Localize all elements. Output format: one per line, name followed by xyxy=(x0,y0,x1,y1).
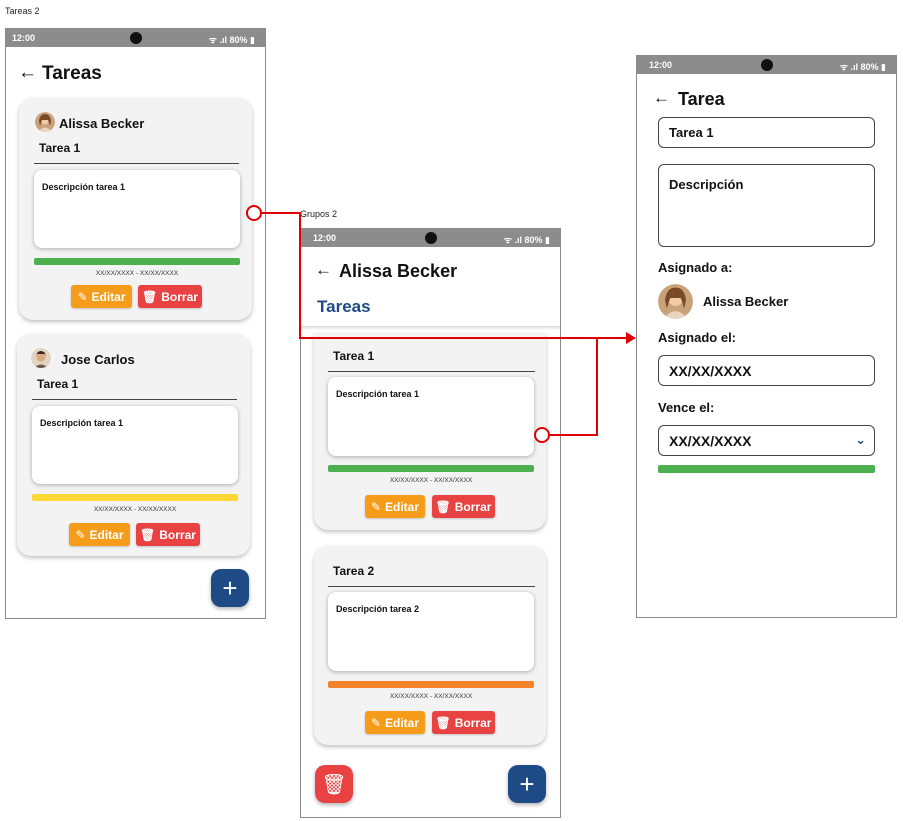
arrow-head-icon xyxy=(626,332,636,344)
prototype-connectors xyxy=(246,205,636,443)
